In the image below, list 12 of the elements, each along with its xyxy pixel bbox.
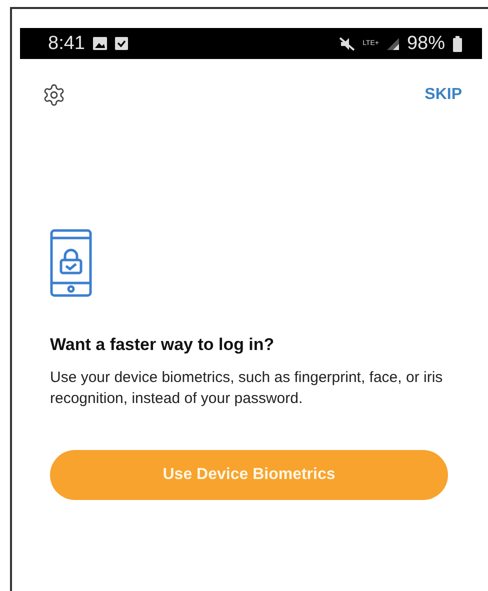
skip-button[interactable]: SKIP: [424, 86, 462, 104]
image-icon: [92, 37, 107, 50]
check-box-icon: [114, 37, 128, 50]
phone-lock-icon: [50, 229, 92, 297]
battery-level: 98%: [406, 32, 445, 54]
status-time: 8:41: [48, 32, 85, 54]
battery-icon: [453, 36, 462, 52]
prompt-description: Use your device biometrics, such as fingerprint, face, or iris recognition, instead of your password.: [50, 368, 444, 409]
prompt-title: Want a faster way to log in?: [50, 335, 276, 355]
signal-icon: [386, 38, 399, 50]
settings-icon[interactable]: [42, 83, 66, 107]
mute-icon: [338, 36, 355, 50]
